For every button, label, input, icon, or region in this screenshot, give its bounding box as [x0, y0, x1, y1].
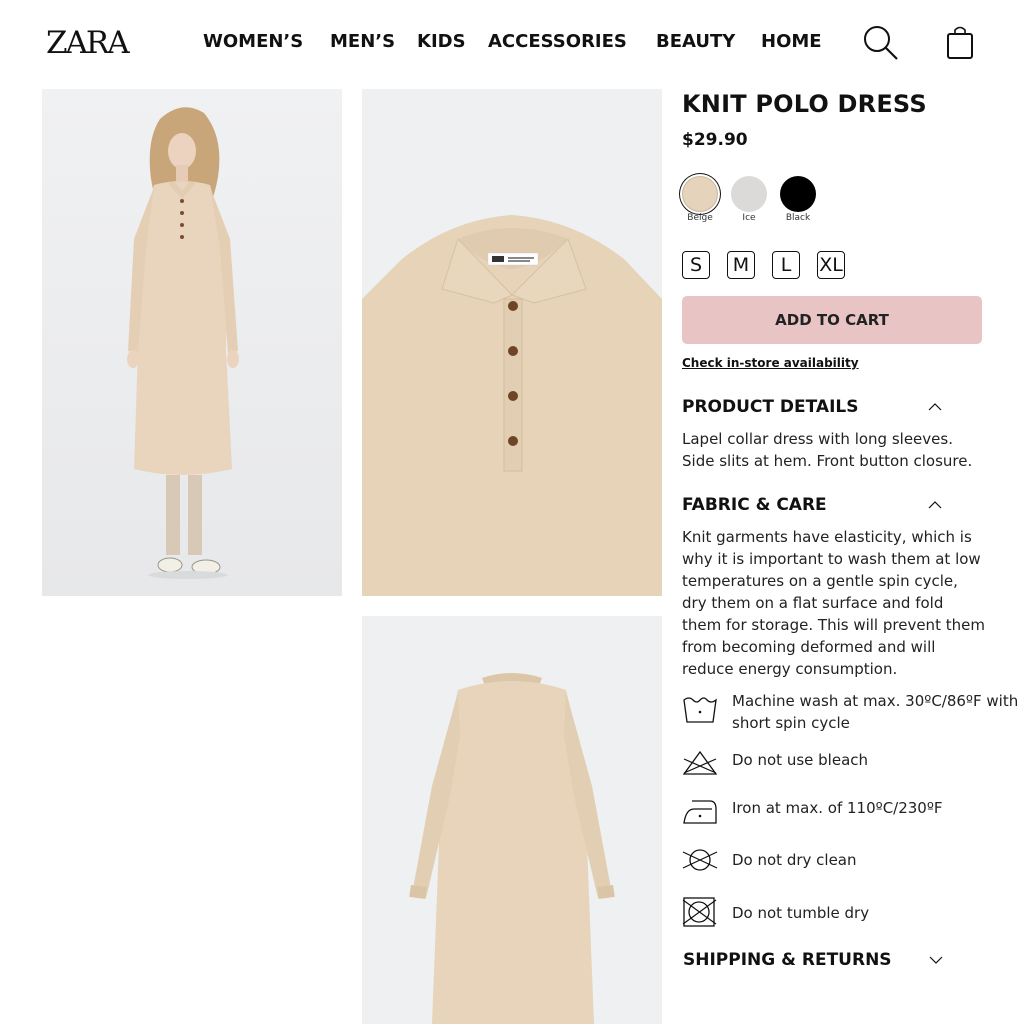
care-item-dry-clean: Do not dry clean — [682, 849, 1024, 883]
nav-item-accessories[interactable]: ACCESSORIES — [488, 30, 627, 54]
chevron-down-icon — [929, 956, 943, 964]
care-text-iron: Iron at max. of 110ºC/230ºF — [732, 799, 943, 817]
shopping-bag-icon[interactable] — [944, 24, 976, 62]
fabric-care-heading: FABRIC & CARE — [682, 495, 827, 515]
nav-item-womens[interactable]: WOMEN’S — [203, 30, 303, 54]
no-dry-clean-icon — [682, 849, 718, 871]
nav-item-beauty[interactable]: BEAUTY — [656, 30, 735, 54]
color-swatch-ice[interactable]: Ice — [729, 175, 769, 229]
product-details-toggle[interactable]: PRODUCT DETAILS — [682, 394, 942, 420]
chevron-up-icon — [928, 403, 942, 411]
size-option-xl[interactable]: XL — [817, 251, 845, 279]
nav-item-kids[interactable]: KIDS — [417, 30, 466, 54]
wash-tub-icon — [683, 697, 717, 723]
care-text-wash: Machine wash at max. 30ºC/86ºF with shor… — [732, 692, 1019, 732]
care-item-wash: Machine wash at max. 30ºC/86ºF with shor… — [682, 690, 1024, 732]
search-icon[interactable] — [862, 24, 900, 62]
zara-logo[interactable]: ZARA — [46, 26, 130, 60]
add-to-cart-button[interactable]: ADD TO CART — [682, 296, 982, 344]
no-bleach-icon — [682, 750, 718, 775]
check-store-availability-link[interactable]: Check in-store availability — [682, 354, 859, 372]
product-details-heading: PRODUCT DETAILS — [682, 397, 859, 417]
care-text-dry-clean: Do not dry clean — [732, 851, 857, 869]
chevron-up-icon — [928, 501, 942, 509]
care-item-iron: Iron at max. of 110ºC/230ºF — [682, 797, 1024, 831]
color-swatch-beige[interactable]: Beige — [680, 175, 720, 229]
nav-item-mens[interactable]: MEN’S — [330, 30, 395, 54]
care-item-bleach: Do not use bleach — [682, 749, 1024, 783]
size-option-l[interactable]: L — [772, 251, 800, 279]
product-title: KNIT POLO DRESS — [682, 90, 927, 118]
care-text-bleach: Do not use bleach — [732, 751, 869, 769]
fabric-care-toggle[interactable]: FABRIC & CARE — [682, 492, 942, 518]
shipping-returns-toggle[interactable]: SHIPPING & RETURNS — [683, 947, 943, 973]
no-tumble-dry-icon — [682, 897, 717, 927]
color-label-black: Black — [785, 213, 811, 223]
back-view-photo[interactable] — [362, 616, 662, 1024]
collar-detail-photo[interactable] — [362, 89, 662, 596]
care-item-tumble-dry: Do not tumble dry — [682, 896, 1024, 930]
iron-icon — [683, 800, 717, 824]
size-option-m[interactable]: M — [727, 251, 755, 279]
product-price: $29.90 — [682, 130, 748, 150]
shipping-returns-heading: SHIPPING & RETURNS — [683, 950, 892, 970]
ice-swatch-dot — [731, 176, 767, 212]
model-front-photo[interactable] — [42, 89, 342, 596]
fabric-care-text: Knit garments have elasticity, which is … — [682, 528, 985, 678]
care-text-tumble-dry: Do not tumble dry — [732, 904, 870, 922]
beige-swatch-dot — [682, 176, 718, 212]
size-option-s[interactable]: S — [682, 251, 710, 279]
black-swatch-dot — [780, 176, 816, 212]
nav-item-home[interactable]: HOME — [761, 30, 822, 54]
product-details-text: Lapel collar dress with long sleeves. Si… — [682, 430, 973, 470]
color-swatch-black[interactable]: Black — [778, 175, 818, 229]
